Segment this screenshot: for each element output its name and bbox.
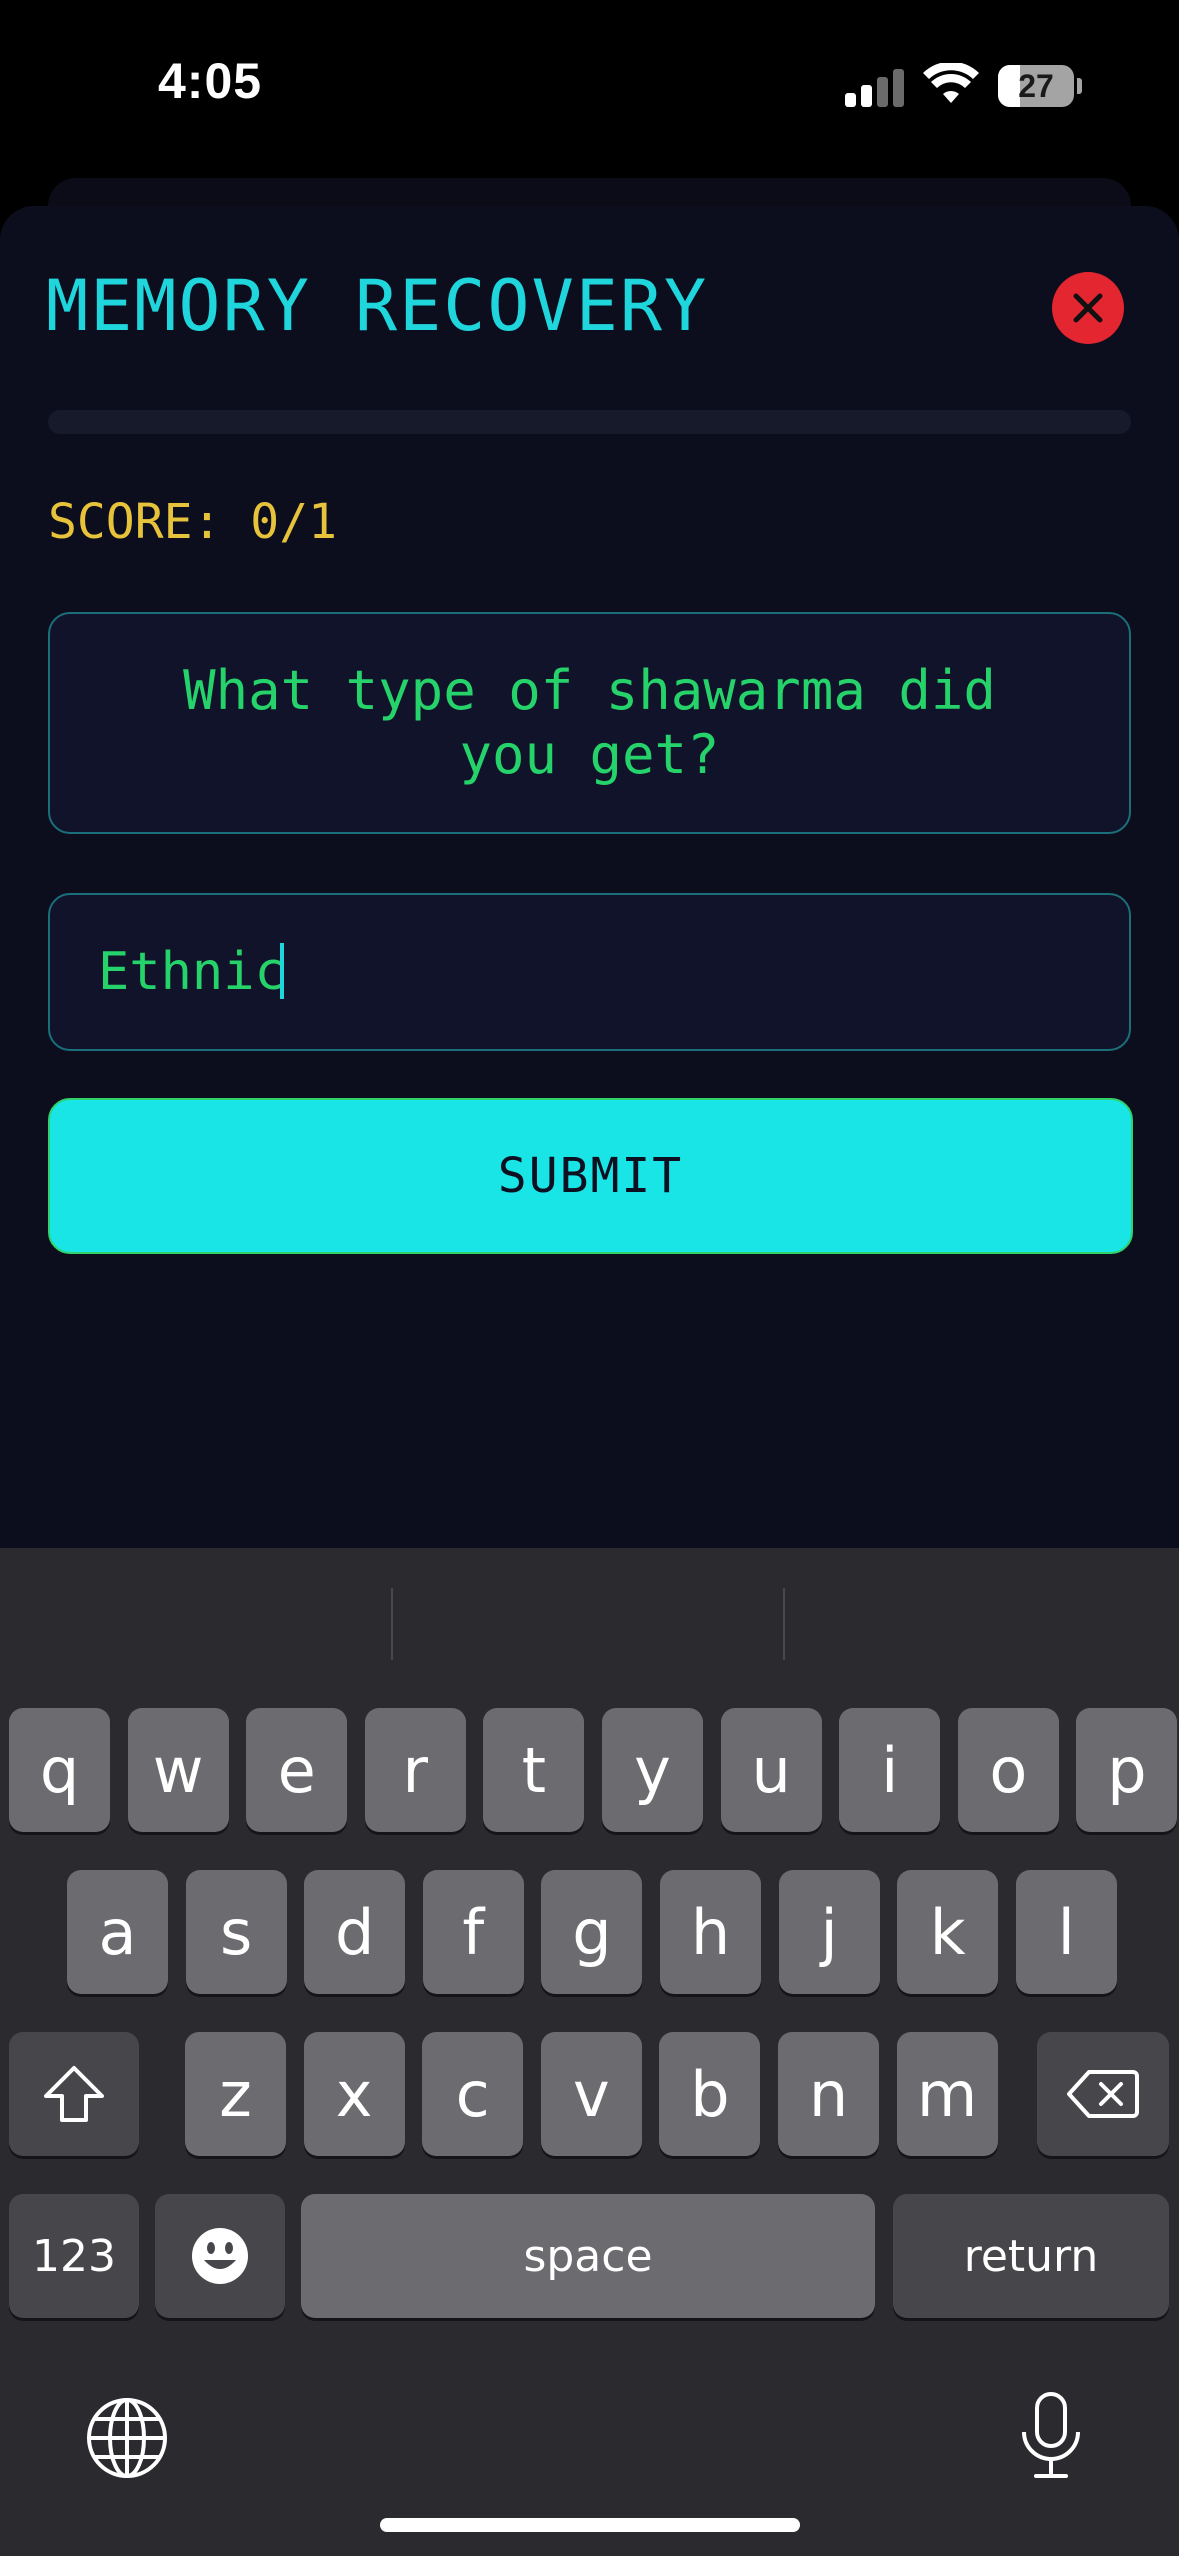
key-t[interactable]: t: [483, 1708, 585, 1832]
key-f[interactable]: f: [422, 1870, 524, 1994]
return-key[interactable]: return: [893, 2194, 1169, 2318]
emoji-icon: [192, 2228, 248, 2284]
key-e[interactable]: e: [246, 1708, 348, 1832]
key-m[interactable]: m: [896, 2032, 998, 2156]
key-b[interactable]: b: [659, 2032, 761, 2156]
key-x[interactable]: x: [303, 2032, 405, 2156]
key-i[interactable]: i: [839, 1708, 941, 1832]
key-j[interactable]: j: [778, 1870, 880, 1994]
page-title: MEMORY RECOVERY: [46, 265, 709, 347]
backspace-key[interactable]: [1037, 2032, 1169, 2156]
battery-nub: [1077, 78, 1082, 94]
key-r[interactable]: r: [364, 1708, 466, 1832]
microphone-icon[interactable]: [1018, 2390, 1084, 2482]
shift-icon: [44, 2066, 104, 2122]
close-icon: [1073, 293, 1103, 323]
key-h[interactable]: h: [660, 1870, 761, 1994]
key-a[interactable]: a: [67, 1870, 168, 1994]
key-u[interactable]: u: [720, 1708, 822, 1832]
text-caret: [279, 943, 284, 999]
wifi-icon: [923, 63, 979, 103]
key-g[interactable]: g: [541, 1870, 643, 1994]
key-s[interactable]: s: [185, 1870, 287, 1994]
battery-icon: 27: [998, 65, 1074, 107]
question-text: What type of shawarma did you get?: [183, 659, 996, 786]
cellular-signal-icon: [845, 67, 905, 107]
key-v[interactable]: v: [540, 2032, 642, 2156]
key-q[interactable]: q: [9, 1708, 110, 1832]
screen: 4:05 27 MEMORY RECOVERY SCORE: 0/1 What …: [0, 0, 1179, 2556]
shift-key[interactable]: [9, 2032, 139, 2156]
key-z[interactable]: z: [185, 2032, 286, 2156]
backspace-icon: [1067, 2070, 1139, 2118]
key-d[interactable]: d: [304, 1870, 406, 1994]
battery-level: 27: [1018, 68, 1054, 104]
suggestion-divider: [783, 1588, 785, 1660]
globe-icon[interactable]: [86, 2397, 168, 2479]
key-n[interactable]: n: [778, 2032, 879, 2156]
score-label: SCORE: 0/1: [48, 494, 337, 550]
key-o[interactable]: o: [957, 1708, 1059, 1832]
key-l[interactable]: l: [1015, 1870, 1117, 1994]
close-button[interactable]: [1052, 272, 1124, 344]
suggestion-divider: [391, 1588, 393, 1660]
key-k[interactable]: k: [897, 1870, 999, 1994]
status-time: 4:05: [158, 53, 263, 109]
submit-button[interactable]: SUBMIT: [48, 1098, 1133, 1254]
progress-bar: [48, 410, 1131, 434]
space-key[interactable]: space: [301, 2194, 875, 2318]
emoji-key[interactable]: [155, 2194, 285, 2318]
home-indicator: [380, 2518, 800, 2532]
key-y[interactable]: y: [602, 1708, 703, 1832]
key-c[interactable]: c: [422, 2032, 524, 2156]
key-w[interactable]: w: [127, 1708, 229, 1832]
question-card: What type of shawarma did you get?: [48, 612, 1131, 834]
answer-text: Ethnic: [98, 942, 286, 1002]
answer-input[interactable]: Ethnic: [48, 893, 1131, 1051]
key-p[interactable]: p: [1076, 1708, 1178, 1832]
answer-value: Ethnic: [98, 939, 286, 1005]
numbers-key[interactable]: 123: [9, 2194, 139, 2318]
